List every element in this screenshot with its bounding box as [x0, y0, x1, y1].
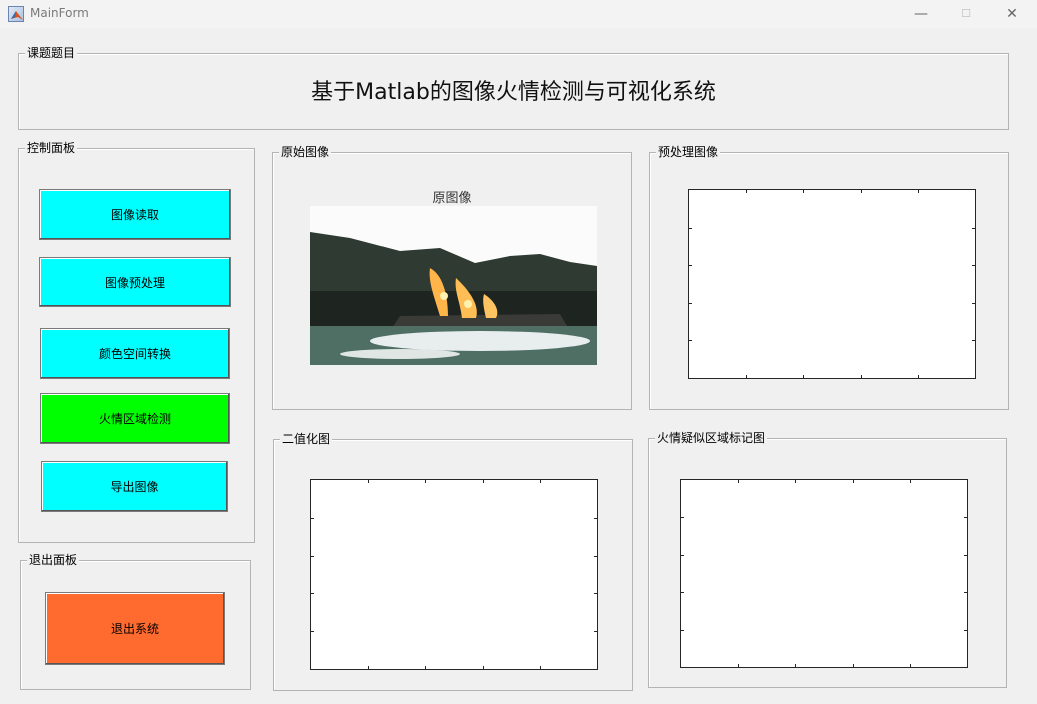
- axis-tick: [795, 480, 796, 483]
- panel-label: 原始图像: [279, 145, 332, 159]
- axis-tick: [964, 555, 967, 556]
- axis-tick: [972, 228, 975, 229]
- original-image: [310, 206, 597, 365]
- axis-tick: [425, 480, 426, 483]
- axis-tick: [594, 556, 597, 557]
- fire-detect-button[interactable]: 火情区域检测: [40, 393, 230, 444]
- panel-label: 退出面板: [27, 553, 80, 567]
- axis-tick: [964, 517, 967, 518]
- axis-tick: [861, 190, 862, 193]
- axis-tick: [738, 480, 739, 483]
- color-space-button[interactable]: 颜色空间转换: [40, 328, 230, 379]
- axis-tick: [972, 265, 975, 266]
- axis-tick: [681, 517, 684, 518]
- system-title: 基于Matlab的图像火情检测与可视化系统: [311, 80, 716, 105]
- marked-axes: [680, 479, 968, 668]
- panel-label: 预处理图像: [656, 145, 721, 159]
- axis-tick: [311, 631, 314, 632]
- axis-tick: [803, 375, 804, 378]
- axis-tick: [746, 375, 747, 378]
- axis-tick: [540, 666, 541, 669]
- topic-panel: 课题题目 基于Matlab的图像火情检测与可视化系统: [18, 46, 1009, 130]
- axis-tick: [861, 375, 862, 378]
- window-title: MainForm: [30, 6, 89, 20]
- panel-label: 控制面板: [25, 141, 78, 155]
- axis-tick: [738, 664, 739, 667]
- panel-label: 课题题目: [25, 46, 78, 60]
- axis-tick: [425, 666, 426, 669]
- axis-tick: [746, 190, 747, 193]
- axis-tick: [483, 480, 484, 483]
- axis-tick: [972, 340, 975, 341]
- read-image-button[interactable]: 图像读取: [39, 189, 231, 240]
- axis-tick: [368, 666, 369, 669]
- preprocess-button[interactable]: 图像预处理: [39, 257, 231, 307]
- axis-tick: [689, 265, 692, 266]
- panel-label: 二值化图: [280, 432, 333, 446]
- minimize-button[interactable]: —: [906, 4, 936, 24]
- axis-tick: [853, 664, 854, 667]
- axis-tick: [540, 480, 541, 483]
- axis-tick: [803, 190, 804, 193]
- axis-tick: [910, 480, 911, 483]
- axis-tick: [689, 340, 692, 341]
- preprocess-axes: [688, 189, 976, 379]
- binary-axes: [310, 479, 598, 670]
- axis-tick: [311, 593, 314, 594]
- axis-tick: [964, 592, 967, 593]
- panel-label: 火情疑似区域标记图: [655, 431, 768, 445]
- axis-tick: [594, 518, 597, 519]
- axis-tick: [681, 630, 684, 631]
- axis-tick: [918, 375, 919, 378]
- maximize-button[interactable]: ☐: [951, 4, 981, 24]
- axis-tick: [853, 480, 854, 483]
- matlab-icon: [8, 6, 24, 22]
- close-button[interactable]: ✕: [997, 4, 1027, 24]
- axis-tick: [910, 664, 911, 667]
- exit-button[interactable]: 退出系统: [45, 592, 225, 665]
- axis-tick: [594, 631, 597, 632]
- title-bar: MainForm — ☐ ✕: [0, 0, 1037, 28]
- axis-tick: [681, 592, 684, 593]
- axis-tick: [594, 593, 597, 594]
- axis-tick: [311, 556, 314, 557]
- axis-tick: [964, 630, 967, 631]
- export-image-button[interactable]: 导出图像: [41, 461, 228, 512]
- axis-tick: [483, 666, 484, 669]
- axis-tick: [689, 228, 692, 229]
- axes-title: 原图像: [432, 191, 472, 206]
- axis-tick: [972, 303, 975, 304]
- axis-tick: [689, 303, 692, 304]
- axis-tick: [311, 518, 314, 519]
- axis-tick: [681, 555, 684, 556]
- axis-tick: [795, 664, 796, 667]
- axis-tick: [368, 480, 369, 483]
- axis-tick: [918, 190, 919, 193]
